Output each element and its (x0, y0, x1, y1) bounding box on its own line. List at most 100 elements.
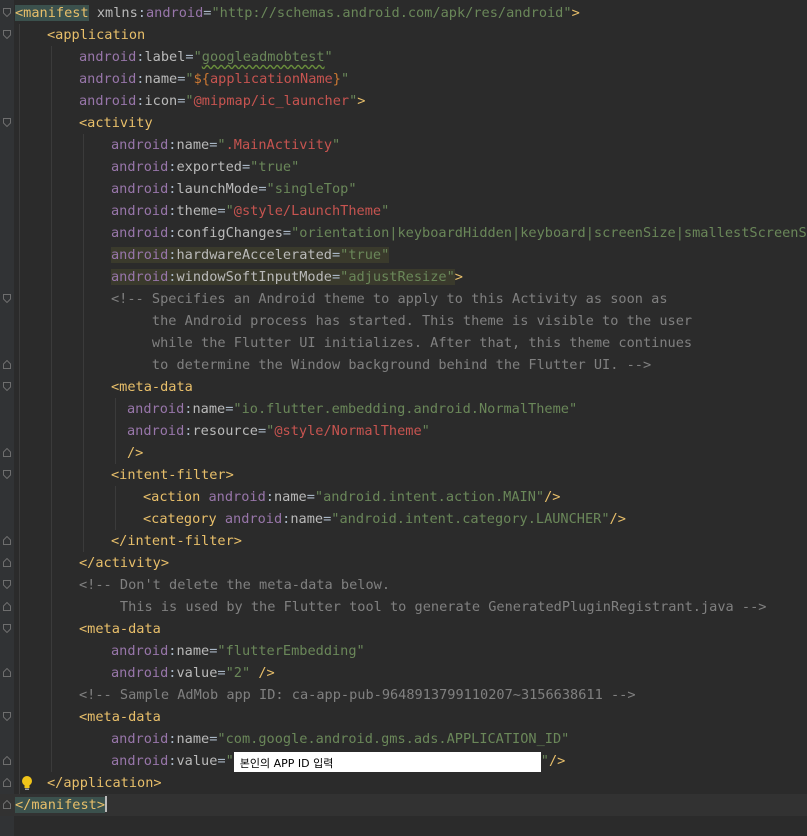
code-token-attr: label (144, 49, 186, 65)
fold-marker-icon[interactable] (3, 668, 11, 677)
code-line[interactable]: android:configChanges="orientation|keybo… (0, 222, 807, 244)
fold-marker-icon[interactable] (3, 360, 11, 369)
code-token-val: "com.google.android.gms.ads.APPLICATION_… (217, 731, 570, 747)
code-token-refv: .MainActivity (225, 137, 333, 153)
code-line[interactable]: android:theme="@style/LaunchTheme" (0, 200, 807, 222)
code-token-tag: <meta-data (111, 379, 193, 395)
code-content: android:value=" 본인의 APP ID 입력 "/> (111, 750, 565, 772)
code-line[interactable]: <meta-data (0, 376, 807, 398)
code-line[interactable]: android:hardwareAccelerated="true" (0, 244, 807, 266)
code-line[interactable]: android:name="io.flutter.embedding.andro… (0, 398, 807, 420)
indent-guide (19, 24, 20, 794)
code-token-val: " (340, 71, 350, 87)
code-line[interactable]: android:launchMode="singleTop" (0, 178, 807, 200)
code-content: android:name=".MainActivity" (111, 134, 340, 156)
fold-marker-icon[interactable] (3, 580, 11, 589)
code-line[interactable]: </manifest> (0, 794, 807, 816)
code-token-ns: android (208, 489, 266, 505)
fold-marker-icon[interactable] (3, 30, 11, 39)
code-line[interactable]: <meta-data (0, 706, 807, 728)
fold-marker-icon[interactable] (3, 118, 11, 127)
code-token-attr: value (176, 665, 218, 681)
code-token-ref: ${ (193, 71, 210, 87)
fold-marker-icon[interactable] (3, 624, 11, 633)
code-line[interactable]: <!-- Specifies an Android theme to apply… (0, 288, 807, 310)
code-token-attr: configChanges (176, 225, 283, 241)
code-token-val: "2" (225, 665, 251, 681)
code-token-ns: android (79, 71, 137, 87)
code-line[interactable]: <manifest xmlns:android="http://schemas.… (0, 2, 807, 24)
code-line[interactable]: <meta-data (0, 618, 807, 640)
code-token-val: " (185, 93, 194, 109)
code-line[interactable]: </activity> (0, 552, 807, 574)
fold-marker-icon[interactable] (3, 8, 11, 17)
code-content: <meta-data (79, 706, 161, 728)
code-line[interactable]: android:name=".MainActivity" (0, 134, 807, 156)
code-line[interactable]: to determine the Window background behin… (0, 354, 807, 376)
code-content: /> (127, 442, 143, 464)
code-token-val: " (225, 753, 234, 769)
code-content: android:label="googleadmobtest" (79, 46, 333, 68)
code-content: android:configChanges="orientation|keybo… (111, 222, 807, 244)
code-line[interactable]: <intent-filter> (0, 464, 807, 486)
code-line[interactable]: android:value="2" /> (0, 662, 807, 684)
code-line[interactable]: android:icon="@mipmap/ic_launcher"> (0, 90, 807, 112)
code-token-val: "io.flutter.embedding.android.NormalThem… (233, 401, 578, 417)
fold-marker-icon[interactable] (3, 778, 11, 787)
code-token-refv: @style/LaunchTheme (233, 203, 382, 219)
code-line[interactable]: </intent-filter> (0, 530, 807, 552)
fold-marker-icon[interactable] (3, 756, 11, 765)
lightbulb-icon[interactable] (20, 775, 34, 791)
code-token-tag: <category (143, 511, 217, 527)
fold-marker-icon[interactable] (3, 448, 11, 457)
fold-marker-icon[interactable] (3, 558, 11, 567)
code-line[interactable]: <!-- Don't delete the meta-data below. (0, 574, 807, 596)
fold-marker-icon[interactable] (3, 294, 11, 303)
code-line[interactable]: android:exported="true" (0, 156, 807, 178)
code-token-val: "flutterEmbedding" (217, 643, 365, 659)
code-token-attr: launchMode (176, 181, 259, 197)
code-line[interactable]: the Android process has started. This th… (0, 310, 807, 332)
code-line[interactable]: /> (0, 442, 807, 464)
code-token-tag: /> (548, 753, 566, 769)
code-token-refv: @mipmap/ic_launcher (193, 93, 350, 109)
code-token-attr: name (176, 643, 210, 659)
code-token-val: "android.intent.category.LAUNCHER" (331, 511, 610, 527)
code-editor[interactable]: <manifest xmlns:android="http://schemas.… (0, 0, 807, 836)
code-line[interactable]: <action android:name="android.intent.act… (0, 486, 807, 508)
code-content: </application> (47, 772, 162, 794)
code-line[interactable]: android:name="${applicationName}" (0, 68, 807, 90)
code-token-ns: android (111, 159, 169, 175)
code-content: </activity> (79, 552, 169, 574)
indent-guide (83, 134, 84, 552)
code-token-plain: = (258, 181, 267, 197)
code-line[interactable]: <activity (0, 112, 807, 134)
code-content: android:icon="@mipmap/ic_launcher"> (79, 90, 365, 112)
code-lines[interactable]: <manifest xmlns:android="http://schemas.… (0, 2, 807, 816)
code-line[interactable]: android:name="flutterEmbedding" (0, 640, 807, 662)
fold-marker-icon[interactable] (3, 382, 11, 391)
code-token-tag: > (357, 93, 366, 109)
code-token-ns: android (111, 181, 169, 197)
code-line[interactable]: This is used by the Flutter tool to gene… (0, 596, 807, 618)
fold-marker-icon[interactable] (3, 800, 11, 809)
fold-marker-icon[interactable] (3, 602, 11, 611)
code-token-tag: > (96, 797, 106, 813)
code-line[interactable]: </application> (0, 772, 807, 794)
code-token-ref: } (332, 71, 341, 87)
code-line[interactable]: while the Flutter UI initializes. After … (0, 332, 807, 354)
code-line[interactable]: <category android:name="android.intent.c… (0, 508, 807, 530)
code-token-val: "http://schemas.android.com/apk/res/andr… (211, 5, 572, 21)
fold-marker-icon[interactable] (3, 712, 11, 721)
code-line[interactable]: <application (0, 24, 807, 46)
code-line[interactable]: android:resource="@style/NormalTheme" (0, 420, 807, 442)
code-token-attr: windowSoftInputMode (176, 269, 332, 285)
code-line[interactable]: android:name="com.google.android.gms.ads… (0, 728, 807, 750)
fold-marker-icon[interactable] (3, 470, 11, 479)
code-line[interactable]: android:value=" 본인의 APP ID 입력 "/> (0, 750, 807, 772)
fold-marker-icon[interactable] (3, 536, 11, 545)
code-content: android:resource="@style/NormalTheme" (127, 420, 430, 442)
code-line[interactable]: <!-- Sample AdMob app ID: ca-app-pub-964… (0, 684, 807, 706)
code-line[interactable]: android:windowSoftInputMode="adjustResiz… (0, 266, 807, 288)
code-line[interactable]: android:label="googleadmobtest" (0, 46, 807, 68)
